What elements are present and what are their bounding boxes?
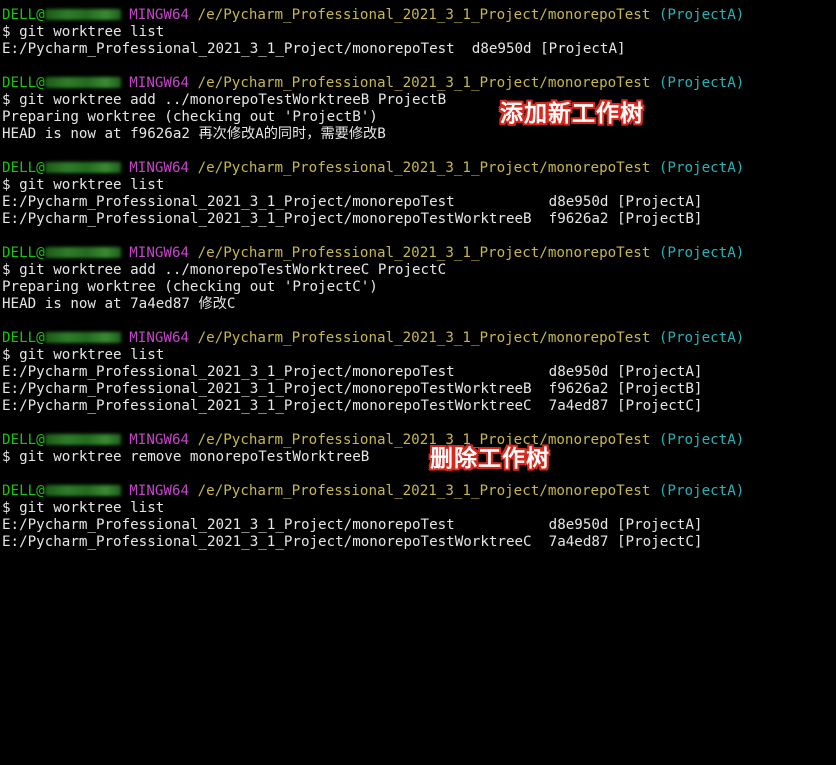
prompt-branch: (ProjectA): [658, 245, 745, 261]
output-line: E:/Pycharm_Professional_2021_3_1_Project…: [2, 517, 703, 533]
prompt-branch: (ProjectA): [658, 483, 745, 499]
prompt-line: DELL@ MINGW64 /e/Pycharm_Professional_20…: [2, 160, 744, 177]
prompt-host: MINGW64: [129, 7, 190, 23]
prompt-line: DELL@ MINGW64 /e/Pycharm_Professional_20…: [2, 245, 744, 262]
prompt-path: /e/Pycharm_Professional_2021_3_1_Project…: [197, 160, 651, 176]
prompt-user: DELL@: [2, 160, 45, 176]
output-line: E:/Pycharm_Professional_2021_3_1_Project…: [2, 41, 626, 57]
prompt-line: DELL@ MINGW64 /e/Pycharm_Professional_20…: [2, 432, 744, 449]
redacted-hostname: [44, 247, 121, 258]
output-line: HEAD is now at 7a4ed87 修改C: [2, 296, 236, 312]
prompt-path: /e/Pycharm_Professional_2021_3_1_Project…: [197, 483, 651, 499]
prompt-path: /e/Pycharm_Professional_2021_3_1_Project…: [197, 330, 651, 346]
prompt-branch: (ProjectA): [658, 160, 745, 176]
output-line: E:/Pycharm_Professional_2021_3_1_Project…: [2, 534, 703, 550]
prompt-user: DELL@: [2, 432, 45, 448]
command-line: $ git worktree add ../monorepoTestWorktr…: [2, 92, 447, 108]
output-line: E:/Pycharm_Professional_2021_3_1_Project…: [2, 398, 703, 414]
output-line: Preparing worktree (checking out 'Projec…: [2, 109, 378, 125]
prompt-branch: (ProjectA): [658, 7, 745, 23]
prompt-line: DELL@ MINGW64 /e/Pycharm_Professional_20…: [2, 330, 744, 347]
prompt-host: MINGW64: [129, 75, 190, 91]
prompt-path: /e/Pycharm_Professional_2021_3_1_Project…: [197, 7, 651, 23]
redacted-hostname: [44, 332, 121, 343]
prompt-user: DELL@: [2, 483, 45, 499]
output-line: E:/Pycharm_Professional_2021_3_1_Project…: [2, 211, 703, 227]
redacted-hostname: [44, 77, 121, 88]
prompt-host: MINGW64: [129, 160, 190, 176]
terminal-window[interactable]: DELL@ MINGW64 /e/Pycharm_Professional_20…: [0, 0, 836, 560]
prompt-host: MINGW64: [129, 483, 190, 499]
prompt-user: DELL@: [2, 75, 45, 91]
command-line: $ git worktree list: [2, 500, 165, 516]
output-line: HEAD is now at f9626a2 再次修改A的同时，需要修改B: [2, 126, 386, 142]
prompt-host: MINGW64: [129, 432, 190, 448]
output-line: E:/Pycharm_Professional_2021_3_1_Project…: [2, 194, 703, 210]
prompt-user: DELL@: [2, 245, 45, 261]
prompt-path: /e/Pycharm_Professional_2021_3_1_Project…: [197, 75, 651, 91]
prompt-path: /e/Pycharm_Professional_2021_3_1_Project…: [197, 245, 651, 261]
command-line: $ git worktree list: [2, 347, 165, 363]
prompt-branch: (ProjectA): [658, 75, 745, 91]
command-line: $ git worktree add ../monorepoTestWorktr…: [2, 262, 447, 278]
prompt-user: DELL@: [2, 7, 45, 23]
output-line: E:/Pycharm_Professional_2021_3_1_Project…: [2, 381, 703, 397]
prompt-line: DELL@ MINGW64 /e/Pycharm_Professional_20…: [2, 7, 744, 24]
annotation-remove-worktree: 删除工作树: [430, 446, 550, 472]
prompt-path: /e/Pycharm_Professional_2021_3_1_Project…: [197, 432, 651, 448]
redacted-hostname: [44, 434, 121, 445]
redacted-hostname: [44, 9, 121, 20]
output-line: Preparing worktree (checking out 'Projec…: [2, 279, 378, 295]
prompt-branch: (ProjectA): [658, 432, 745, 448]
redacted-hostname: [44, 162, 121, 173]
prompt-host: MINGW64: [129, 245, 190, 261]
prompt-branch: (ProjectA): [658, 330, 745, 346]
annotation-add-worktree: 添加新工作树: [500, 101, 644, 127]
redacted-hostname: [44, 485, 121, 496]
output-line: E:/Pycharm_Professional_2021_3_1_Project…: [2, 364, 703, 380]
command-line: $ git worktree remove monorepoTestWorktr…: [2, 449, 370, 465]
prompt-line: DELL@ MINGW64 /e/Pycharm_Professional_20…: [2, 483, 744, 500]
command-line: $ git worktree list: [2, 177, 165, 193]
command-line: $ git worktree list: [2, 24, 165, 40]
prompt-user: DELL@: [2, 330, 45, 346]
prompt-line: DELL@ MINGW64 /e/Pycharm_Professional_20…: [2, 75, 744, 92]
prompt-host: MINGW64: [129, 330, 190, 346]
